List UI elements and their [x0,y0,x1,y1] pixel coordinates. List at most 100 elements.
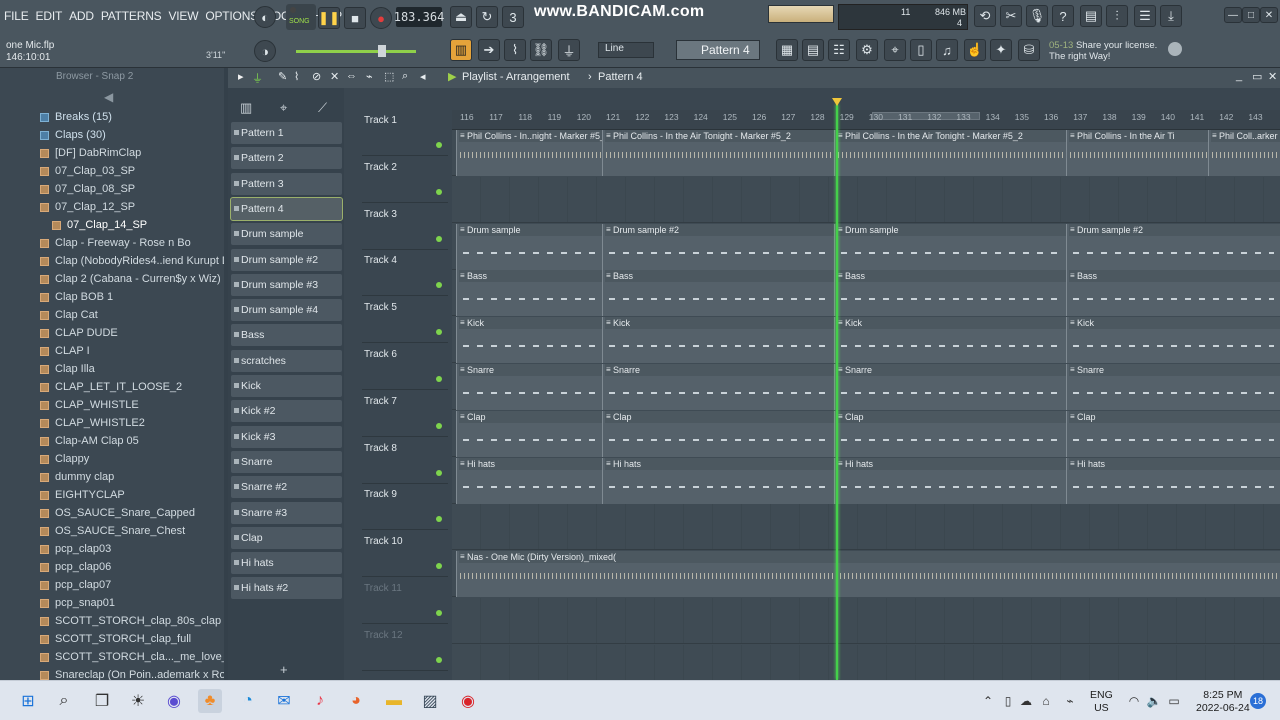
menu-view[interactable]: VIEW [168,9,198,23]
speaker-icon[interactable]: ◀ [104,90,113,104]
track-mute-led[interactable] [436,422,442,429]
snap-select[interactable]: Line [598,42,654,58]
maximize-button[interactable]: □ [1242,7,1260,23]
playback-tool-icon[interactable]: ◂ [420,70,426,83]
browser-file[interactable]: pcp_clap03 [40,540,111,558]
master-pitch-knob[interactable]: ◐ [254,6,276,28]
tools-icon[interactable]: ✦ [990,39,1012,61]
select-tool-icon[interactable]: ⬚ [384,70,394,83]
arrow-right-icon[interactable]: ▸ [238,70,244,83]
playlist-clip[interactable]: Drum sample [456,223,602,270]
playlist-clip[interactable]: Nas - One Mic (Dirty Version)_mixed( [456,551,1280,598]
browser-file[interactable]: Clappy [40,450,89,468]
paint-tool-icon[interactable]: ⌇ [294,70,299,83]
tuner-icon[interactable]: ♫ [936,39,958,61]
shop-icon[interactable]: ⛁ [1018,39,1040,61]
playlist-clip[interactable]: Hi hats [1066,457,1280,504]
weather-icon[interactable]: ☀ [126,689,150,713]
pattern-item[interactable]: Bass [231,324,342,347]
browser-file[interactable]: CLAP DUDE [40,324,118,342]
browser-file[interactable]: 07_Clap_03_SP [40,162,135,180]
save-icon[interactable]: ▤ [1080,5,1102,27]
browser-file[interactable]: Clap BOB 1 [40,288,113,306]
playhead[interactable] [836,104,838,680]
browser-file[interactable]: OS_SAUCE_Snare_Chest [40,522,185,540]
track-lane[interactable] [452,176,1280,223]
playlist-clip[interactable]: Clap [834,410,1066,457]
track-lane[interactable] [452,644,1280,680]
playlist-clip[interactable]: Kick [1066,317,1280,364]
playlist-clip[interactable]: Hi hats [834,457,1066,504]
browser-file[interactable]: Clap (NobodyRides4..iend Kurupt Daz) [40,252,224,270]
playlist-clip[interactable]: Snarre [602,364,834,410]
track-header[interactable]: Track 7 [362,391,448,437]
track-mute-led[interactable] [436,610,442,616]
track-mute-led[interactable] [436,142,442,148]
pl-close-icon[interactable]: ✕ [1268,70,1277,83]
piano-roll-icon[interactable]: ▤ [802,39,824,61]
track-mute-led[interactable] [436,329,442,336]
menu-options[interactable]: OPTIONS [205,9,258,23]
file-icon[interactable]: ▯ [910,39,932,61]
browser-file[interactable]: SCOTT_STORCH_cla..._me_love_you_02 [40,648,224,666]
pattern-item[interactable]: Pattern 4 [230,196,343,221]
pat-song-toggle[interactable]: SONG [286,4,316,30]
magnet-icon[interactable]: ⏚ [558,39,580,61]
browser-file[interactable]: pcp_clap06 [40,558,111,576]
browser-file[interactable]: OS_SAUCE_Snare_Capped [40,504,195,522]
bandicam-icon[interactable]: ◉ [456,689,480,713]
track-header[interactable]: Track 1 [362,110,448,156]
pattern-selector[interactable]: Pattern 4 [676,40,760,60]
track-mute-led[interactable] [436,656,442,663]
arrangement-lanes[interactable]: Phil Collins - In..night - Marker #5_2Ph… [452,130,1280,680]
channel-rack-icon[interactable]: ▦ [776,39,798,61]
track-header[interactable]: Track 10 [362,531,448,578]
chat-app-icon[interactable]: ◉ [162,689,186,713]
photos-icon[interactable]: ▨ [418,689,442,713]
playlist-clip[interactable]: Hi hats [602,457,834,504]
battery-icon[interactable]: ▭ [1162,689,1186,713]
browser-file[interactable]: CLAP_LET_IT_LOOSE_2 [40,378,182,396]
picker-audio-icon[interactable]: ⌖ [280,100,287,116]
undo-icon[interactable]: ⟲ [974,5,996,27]
track-header[interactable]: Track 11 [362,578,448,624]
chat-icon[interactable]: ☰ [1134,5,1156,27]
pause-button[interactable]: ❚❚ [318,7,340,29]
pattern-item[interactable]: scratches [231,349,342,372]
help-icon[interactable]: ? [1052,5,1074,27]
link-icon[interactable]: ⛓ [530,39,552,61]
menu-edit[interactable]: EDIT [36,9,63,23]
browser-file[interactable]: dummy clap [40,468,114,486]
mic-icon[interactable]: 🎙 [1026,5,1048,27]
browser-file[interactable]: pcp_clap07 [40,576,111,594]
browser-file[interactable]: EIGHTYCLAP [40,486,125,504]
pl-minimize-icon[interactable]: _ [1236,70,1242,82]
browser-file[interactable]: SCOTT_STORCH_clap_80s_clap [40,612,221,630]
browser-file[interactable]: Clap - Freeway - Rose n Bo [40,234,191,252]
pattern-item[interactable]: Drum sample #3 [231,273,342,296]
metronome-icon[interactable]: ⏏ [450,6,472,28]
delete-tool-icon[interactable]: ⊘ [312,70,321,83]
playlist-clip[interactable]: Drum sample #2 [1066,223,1280,270]
browser-file[interactable]: Clap-AM Clap 05 [40,432,139,450]
slider-handle[interactable] [378,45,386,57]
browser-file[interactable]: 07_Clap_14_SP [52,216,147,234]
start-icon[interactable]: ⊞ [16,689,40,713]
browser-file[interactable]: Snareclap (On Poin..ademark x Roddy) [40,666,224,680]
playlist-clip[interactable]: Bass [602,270,834,317]
playlist-clip[interactable]: Phil Collins - In the Air Tonight - Mark… [602,130,834,176]
plugin-icon[interactable]: ⚙ [856,39,878,61]
cut-icon[interactable]: ✂ [1000,5,1022,27]
mute-tool-icon[interactable]: ✕ [330,70,339,83]
stop-button[interactable]: ■ [344,7,366,29]
language-indicator[interactable]: ENG US [1090,689,1113,715]
track-mute-led[interactable] [436,516,442,523]
slip-tool-icon[interactable]: ⇔ [346,70,357,82]
browser-file[interactable]: Clap 2 (Cabana - Curren$y x Wiz) [40,270,221,288]
playlist-clip[interactable]: Phil Collins - In the Air Tonight - Mark… [834,130,1066,176]
menu-file[interactable]: FILE [4,9,29,23]
pattern-item[interactable]: Snarre [231,450,342,473]
browser-folder[interactable]: Breaks (15) [40,108,112,126]
task-view-icon[interactable]: ❐ [90,689,114,713]
firefox-icon[interactable]: ◕ [344,689,368,713]
